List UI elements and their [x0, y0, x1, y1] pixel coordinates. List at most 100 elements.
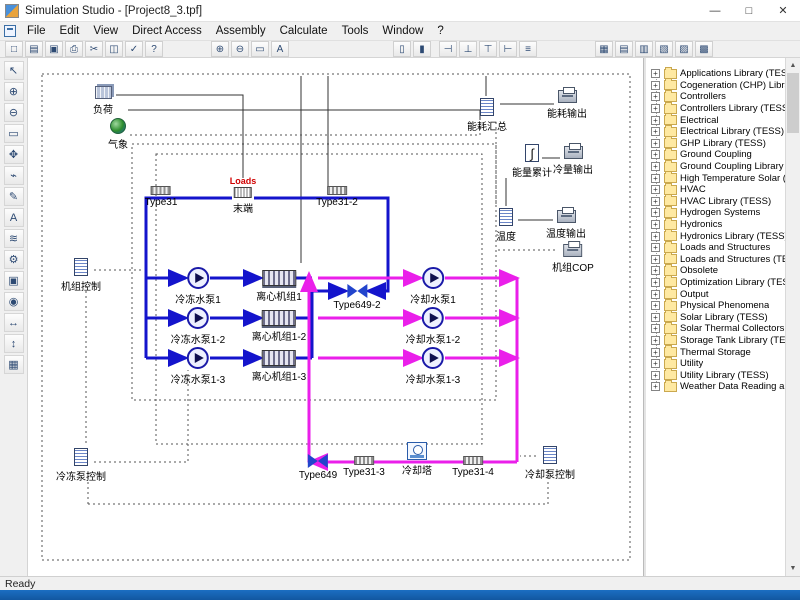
menu-item[interactable]: ?	[430, 23, 450, 39]
component-weather[interactable]: 气象	[108, 118, 128, 151]
expand-plus-icon[interactable]: +	[651, 301, 660, 310]
component-type649-2[interactable]: Type649-2	[333, 284, 380, 311]
toolbar-button[interactable]: A	[271, 41, 289, 57]
expand-plus-icon[interactable]: +	[651, 290, 660, 299]
component-cooling-tower[interactable]: 冷却塔	[402, 442, 432, 477]
tool-button[interactable]: A	[4, 208, 24, 227]
expand-plus-icon[interactable]: +	[651, 139, 660, 148]
component-type31-3[interactable]: Type31-3	[343, 456, 385, 478]
toolbar-button[interactable]: ◫	[105, 41, 123, 57]
component-type649[interactable]: Type649	[299, 454, 337, 481]
menu-item[interactable]: View	[86, 23, 125, 39]
expand-plus-icon[interactable]: +	[651, 127, 660, 136]
tool-button[interactable]: ⊕	[4, 82, 24, 101]
expand-plus-icon[interactable]: +	[651, 69, 660, 78]
toolbar-button[interactable]: ≡	[519, 41, 537, 57]
toolbar-button[interactable]: ▥	[635, 41, 653, 57]
scroll-down-icon[interactable]: ▼	[786, 561, 800, 576]
minimize-button[interactable]: —	[698, 0, 732, 22]
tool-button[interactable]: ✥	[4, 145, 24, 164]
scrollbar-thumb[interactable]	[787, 73, 799, 133]
component-unit-control[interactable]: 机组控制	[61, 258, 101, 293]
component-chw-pump-control[interactable]: 冷冻泵控制	[56, 448, 106, 483]
tool-button[interactable]: ▭	[4, 124, 24, 143]
taskbar-strip[interactable]	[0, 590, 800, 600]
expand-plus-icon[interactable]: +	[651, 336, 660, 345]
scroll-up-icon[interactable]: ▲	[786, 58, 800, 73]
menu-item[interactable]: Tools	[335, 23, 376, 39]
menu-item[interactable]: Window	[375, 23, 430, 39]
maximize-button[interactable]: □	[732, 0, 766, 22]
toolbar-button[interactable]: ▮	[413, 41, 431, 57]
expand-plus-icon[interactable]: +	[651, 174, 660, 183]
toolbar-button[interactable]: ▤	[25, 41, 43, 57]
expand-plus-icon[interactable]: +	[651, 92, 660, 101]
component-temperature[interactable]: 温度	[496, 208, 516, 243]
component-chw-pump-1[interactable]: 冷冻水泵1	[175, 267, 221, 306]
toolbar-button[interactable]: ✓	[125, 41, 143, 57]
expand-plus-icon[interactable]: +	[651, 208, 660, 217]
component-chiller-1-3[interactable]: 离心机组1-3	[252, 350, 306, 383]
close-button[interactable]: ✕	[766, 0, 800, 22]
toolbar-button[interactable]: ⊣	[439, 41, 457, 57]
expand-plus-icon[interactable]: +	[651, 255, 660, 264]
tool-button[interactable]: ▣	[4, 271, 24, 290]
expand-plus-icon[interactable]: +	[651, 313, 660, 322]
expand-plus-icon[interactable]: +	[651, 162, 660, 171]
menu-item[interactable]: Assembly	[209, 23, 273, 39]
component-chiller-1-2[interactable]: 离心机组1-2	[252, 310, 306, 343]
component-cw-pump-1-3[interactable]: 冷却水泵1-3	[406, 347, 460, 386]
tool-button[interactable]: ◉	[4, 292, 24, 311]
expand-plus-icon[interactable]: +	[651, 220, 660, 229]
toolbar-button[interactable]: ⎙	[65, 41, 83, 57]
component-cw-pump-1[interactable]: 冷却水泵1	[410, 267, 456, 306]
menu-item[interactable]: Direct Access	[125, 23, 209, 39]
scrollbar-track[interactable]	[786, 73, 800, 561]
component-cw-pump-1-2[interactable]: 冷却水泵1-2	[406, 307, 460, 346]
expand-plus-icon[interactable]: +	[651, 185, 660, 194]
tool-button[interactable]: ↕	[4, 334, 24, 353]
expand-plus-icon[interactable]: +	[651, 104, 660, 113]
toolbar-button[interactable]: ▨	[675, 41, 693, 57]
component-load[interactable]: 负荷	[93, 86, 113, 116]
component-cw-pump-control[interactable]: 冷却泵控制	[525, 446, 575, 481]
toolbar-button[interactable]: ▩	[695, 41, 713, 57]
toolbar-button[interactable]: ▣	[45, 41, 63, 57]
menu-item[interactable]: Edit	[53, 23, 87, 39]
tool-button[interactable]: ⊖	[4, 103, 24, 122]
component-unit-cop[interactable]: 机组COP	[552, 240, 594, 274]
tool-button[interactable]: ≋	[4, 229, 24, 248]
toolbar-button[interactable]: ⊢	[499, 41, 517, 57]
component-type31[interactable]: Type31	[145, 186, 178, 208]
expand-plus-icon[interactable]: +	[651, 266, 660, 275]
toolbar-button[interactable]: □	[5, 41, 23, 57]
component-cooling-output[interactable]: 冷量输出	[553, 142, 593, 176]
tree-scrollbar[interactable]: ▲ ▼	[785, 58, 800, 576]
expand-plus-icon[interactable]: +	[651, 359, 660, 368]
expand-plus-icon[interactable]: +	[651, 324, 660, 333]
component-type31-2[interactable]: Type31-2	[316, 186, 358, 208]
expand-plus-icon[interactable]: +	[651, 232, 660, 241]
menu-item[interactable]: File	[20, 23, 53, 39]
tool-button[interactable]: ↔	[4, 313, 24, 332]
tool-button[interactable]: ⌁	[4, 166, 24, 185]
toolbar-button[interactable]: ?	[145, 41, 163, 57]
toolbar-button[interactable]: ▦	[595, 41, 613, 57]
toolbar-button[interactable]: ⊖	[231, 41, 249, 57]
component-chiller-1[interactable]: 离心机组1	[256, 270, 302, 303]
diagram-canvas[interactable]: 负荷 气象 Type31 Loads 末端 Type31-2 能耗汇总 能耗输出	[28, 58, 643, 576]
expand-plus-icon[interactable]: +	[651, 81, 660, 90]
toolbar-button[interactable]: ▯	[393, 41, 411, 57]
toolbar-button[interactable]: ⊥	[459, 41, 477, 57]
expand-plus-icon[interactable]: +	[651, 150, 660, 159]
expand-plus-icon[interactable]: +	[651, 116, 660, 125]
toolbar-button[interactable]: ⊤	[479, 41, 497, 57]
component-energy-summary[interactable]: 能耗汇总	[467, 98, 507, 133]
tool-button[interactable]: ▦	[4, 355, 24, 374]
expand-plus-icon[interactable]: +	[651, 382, 660, 391]
tool-button[interactable]: ⚙	[4, 250, 24, 269]
component-chw-pump-1-2[interactable]: 冷冻水泵1-2	[171, 307, 225, 346]
toolbar-button[interactable]: ⊕	[211, 41, 229, 57]
component-type31-4[interactable]: Type31-4	[452, 456, 494, 478]
toolbar-button[interactable]: ▧	[655, 41, 673, 57]
